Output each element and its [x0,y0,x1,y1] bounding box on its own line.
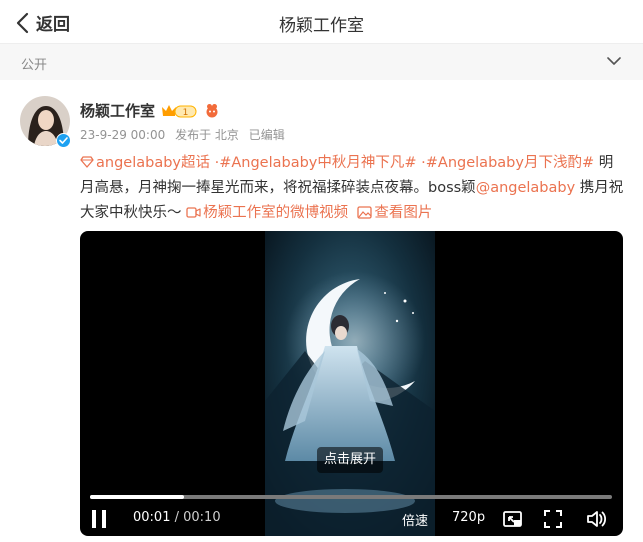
svg-text:1: 1 [183,108,189,118]
time-display: 00:01 / 00:10 [133,510,221,525]
visibility-label: 公开 [21,58,48,73]
volume-icon[interactable] [585,508,607,530]
topic-separator: · [210,155,220,171]
current-time: 00:01 [133,510,171,525]
post-location: 发布于 北京 [175,128,239,142]
top-bar: 返回 杨颖工作室 [0,0,643,44]
page-title: 杨颖工作室 [279,16,364,36]
image-icon [357,206,372,219]
diamond-icon [80,156,94,168]
speed-button[interactable]: 倍速 [402,510,428,529]
post-meta: 23-9-29 00:00 发布于 北京 已编辑 [80,126,291,143]
video-icon [186,207,201,218]
fan-badge-icon[interactable] [204,103,220,119]
time-separator: / [170,510,184,525]
vip-badge-icon[interactable]: 1 [160,103,198,119]
post-edited[interactable]: 已编辑 [249,128,285,142]
topic-link-moonlight[interactable]: #Angelababy月下浅酌# [426,155,594,171]
progress-bar[interactable] [90,495,612,499]
progress-fill [90,495,184,499]
video-poster[interactable] [265,231,435,536]
author-name[interactable]: 杨颖工作室 [80,100,155,121]
quality-button[interactable]: 720p [452,510,485,525]
video-link[interactable]: 杨颖工作室的微博视频 [186,205,348,221]
video-controls: 00:01 / 00:10 倍速 720p [80,505,623,533]
pause-icon[interactable] [91,509,107,529]
view-pictures-link[interactable]: 查看图片 [357,205,432,221]
duration: 00:10 [183,510,221,525]
expand-button[interactable]: 点击展开 [317,447,383,473]
author-row: 杨颖工作室 1 [80,100,220,121]
post-text: angelababy超话 ·#Angelababy中秋月神下凡# ·#Angel… [80,151,625,226]
topic-separator: · [416,155,426,171]
topic-link-mid-autumn[interactable]: #Angelababy中秋月神下凡# [219,155,416,171]
verified-icon [56,133,71,148]
chevron-down-icon[interactable] [607,56,621,66]
picture-in-picture-icon[interactable] [502,508,524,530]
visibility-row[interactable]: 公开 [0,44,643,80]
mention-link[interactable]: @angelababy [476,180,576,196]
video-player[interactable]: 点击展开 00:01 / 00:10 倍速 720p [80,231,623,536]
supertopic-link[interactable]: angelababy超话 [80,155,210,171]
fullscreen-icon[interactable] [542,508,564,530]
post-time[interactable]: 23-9-29 00:00 [80,128,165,142]
